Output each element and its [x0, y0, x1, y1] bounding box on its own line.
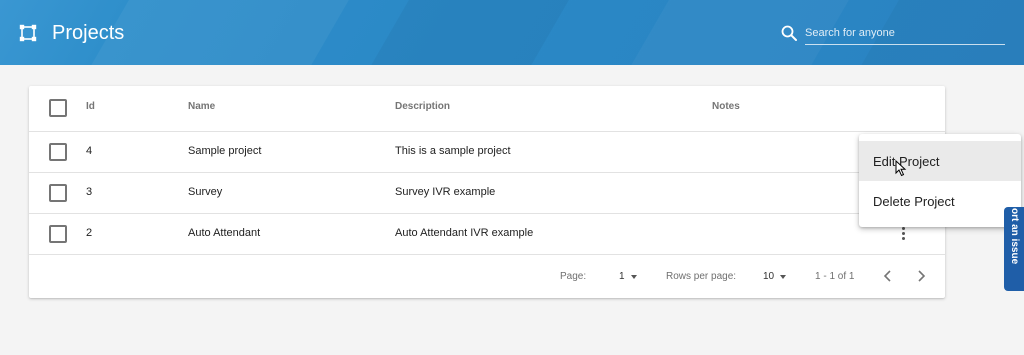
search-icon[interactable] — [781, 25, 797, 41]
row-context-menu: Edit Project Delete Project — [859, 134, 1021, 227]
more-vertical-icon[interactable] — [898, 224, 908, 244]
projects-table: Id Name Description Notes 4 Sample proje… — [29, 86, 945, 298]
page-select[interactable]: 1 — [619, 271, 625, 282]
table-row[interactable]: 4 Sample project This is a sample projec… — [29, 132, 945, 173]
row-checkbox[interactable] — [49, 184, 67, 202]
rows-per-page-label: Rows per page: — [666, 271, 737, 282]
column-header-description[interactable]: Description — [395, 101, 450, 112]
row-name: Survey — [188, 186, 223, 198]
column-header-name[interactable]: Name — [188, 101, 215, 112]
table-row[interactable]: 2 Auto Attendant Auto Attendant IVR exam… — [29, 214, 945, 255]
row-id: 4 — [86, 145, 93, 157]
search-input[interactable] — [805, 22, 1005, 45]
row-id: 2 — [86, 227, 93, 239]
column-header-notes[interactable]: Notes — [712, 101, 740, 112]
mouse-cursor-icon — [895, 160, 907, 177]
table-row[interactable]: 3 Survey Survey IVR example — [29, 173, 945, 214]
row-checkbox[interactable] — [49, 225, 67, 243]
table-header-row: Id Name Description Notes — [29, 86, 945, 132]
select-all-checkbox[interactable] — [49, 99, 67, 117]
rows-per-page-select[interactable]: 10 — [763, 271, 774, 282]
page-chevron-down-icon[interactable] — [631, 275, 637, 279]
report-issue-tab[interactable]: ort an issue — [1004, 207, 1024, 291]
page-range: 1 - 1 of 1 — [815, 271, 855, 282]
page-title: Projects — [52, 22, 125, 44]
row-name: Sample project — [188, 145, 262, 157]
row-id: 3 — [86, 186, 93, 198]
page-label: Page: — [560, 271, 587, 282]
chevron-right-icon[interactable] — [913, 268, 929, 284]
delete-project-menu-item[interactable]: Delete Project — [859, 181, 1021, 221]
app-header: Projects — [0, 0, 1024, 65]
chevron-left-icon[interactable] — [880, 268, 896, 284]
rows-chevron-down-icon[interactable] — [780, 275, 786, 279]
project-nodes-icon — [19, 24, 37, 42]
row-checkbox[interactable] — [49, 143, 67, 161]
report-issue-label: ort an issue — [1009, 208, 1020, 265]
row-description: Auto Attendant IVR example — [395, 227, 534, 239]
row-description: Survey IVR example — [395, 186, 496, 198]
row-description: This is a sample project — [395, 145, 511, 157]
column-header-id[interactable]: Id — [86, 101, 95, 112]
edit-project-menu-item[interactable]: Edit Project — [859, 141, 1021, 181]
table-pagination: Page: 1 Rows per page: 10 1 - 1 of 1 — [29, 256, 945, 298]
row-name: Auto Attendant — [188, 227, 261, 239]
